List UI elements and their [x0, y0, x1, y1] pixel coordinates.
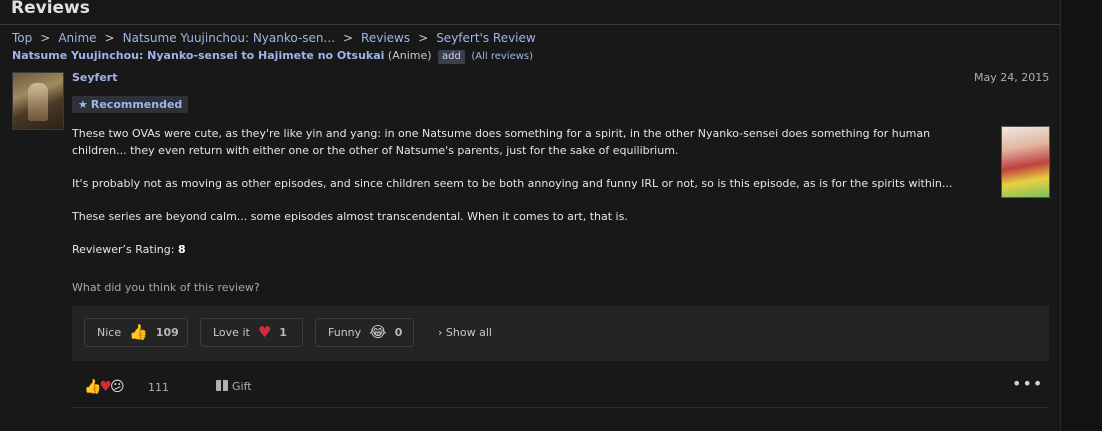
reaction-label: Love it — [213, 326, 250, 339]
confused-face-icon: 😕 — [110, 379, 125, 395]
breadcrumb-anime[interactable]: Anime — [58, 31, 96, 45]
rating-label: Reviewer’s Rating: — [72, 243, 175, 256]
review-paragraph: These series are beyond calm... some epi… — [72, 210, 628, 223]
chevron-right-icon: › — [438, 326, 443, 339]
gift-button[interactable]: Gift — [216, 380, 252, 393]
reaction-summary-icons[interactable]: 👍♥😕 — [84, 379, 125, 395]
anime-title-link[interactable]: Natsume Yuujinchou: Nyanko-sensei to Haj… — [12, 49, 384, 62]
page-title: Reviews — [11, 0, 90, 18]
breadcrumb: Top > Anime > Natsume Yuujinchou: Nyanko-sen… — [12, 31, 536, 45]
anime-title-line: Natsume Yuujinchou: Nyanko-sensei to Haj… — [12, 49, 533, 64]
reviewer-rating: Reviewer’s Rating: 8 — [72, 241, 972, 258]
main-panel: Reviews Top > Anime > Natsume Yuujinchou: Ny… — [0, 0, 1061, 431]
gift-label: Gift — [232, 380, 252, 393]
star-icon: ★ — [78, 98, 88, 111]
feedback-question: What did you think of this review? — [72, 281, 260, 294]
reaction-panel: Nice 👍 109 Love it ♥ 1 Funny 😂 0 › Show … — [72, 306, 1049, 361]
divider — [72, 407, 1049, 408]
more-options-icon[interactable]: ••• — [1012, 374, 1043, 393]
add-button[interactable]: add — [438, 50, 465, 64]
review-footer: 👍♥😕 111 Gift ••• — [72, 374, 1049, 400]
breadcrumb-anime-title[interactable]: Natsume Yuujinchou: Nyanko-sen... — [123, 31, 335, 45]
show-all-button[interactable]: › Show all — [438, 326, 492, 339]
show-all-label: Show all — [445, 326, 492, 339]
funny-reaction-button[interactable]: Funny 😂 0 — [315, 318, 414, 347]
recommended-badge: ★ Recommended — [72, 96, 189, 113]
breadcrumb-separator: > — [418, 31, 429, 45]
avatar[interactable] — [12, 72, 64, 130]
rating-value: 8 — [177, 243, 186, 256]
laughing-face-icon: 😂 — [369, 323, 387, 341]
love-it-reaction-button[interactable]: Love it ♥ 1 — [200, 318, 303, 347]
badge-label: Recommended — [90, 98, 183, 111]
review-paragraph: It's probably not as moving as other epi… — [72, 177, 953, 190]
all-reviews-link[interactable]: (All reviews) — [471, 51, 533, 62]
reaction-count: 109 — [155, 326, 179, 339]
heart-icon: ♥ — [257, 323, 272, 341]
reaction-label: Funny — [328, 326, 362, 339]
anime-type: (Anime) — [387, 49, 432, 62]
total-reactions-count: 111 — [148, 381, 169, 394]
breadcrumb-current-review[interactable]: Seyfert's Review — [436, 31, 536, 45]
reaction-label: Nice — [97, 326, 122, 339]
page-header: Reviews — [0, 0, 1060, 25]
review-body: These two OVAs were cute, as they're lik… — [72, 125, 972, 258]
review-date: May 24, 2015 — [974, 71, 1050, 84]
breadcrumb-separator: > — [104, 31, 115, 45]
reaction-count: 1 — [279, 326, 287, 339]
breadcrumb-reviews[interactable]: Reviews — [361, 31, 410, 45]
thumbs-up-icon: 👍 — [84, 379, 101, 395]
reaction-count: 0 — [394, 326, 403, 339]
breadcrumb-top[interactable]: Top — [12, 31, 32, 45]
anime-cover-thumbnail[interactable] — [1001, 126, 1050, 198]
thumbs-up-icon: 👍 — [129, 323, 148, 341]
gift-icon — [216, 380, 228, 391]
heart-icon: ♥ — [99, 379, 111, 395]
review-paragraph: These two OVAs were cute, as they're lik… — [72, 127, 931, 157]
breadcrumb-separator: > — [342, 31, 354, 45]
nice-reaction-button[interactable]: Nice 👍 109 — [84, 318, 188, 347]
reviewer-username[interactable]: Seyfert — [72, 71, 117, 84]
breadcrumb-separator: > — [40, 31, 51, 45]
